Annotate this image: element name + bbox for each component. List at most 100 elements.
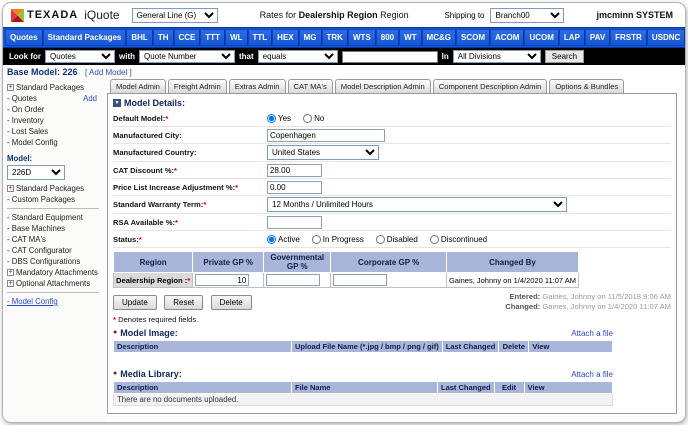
sidebar-item-base-machines[interactable]: - Base Machines — [7, 223, 103, 234]
line-select[interactable]: General Line (G) — [132, 8, 218, 23]
manufactured-city-input[interactable] — [267, 129, 385, 142]
nav-button[interactable]: WT — [399, 29, 421, 46]
search-category-select[interactable]: Quotes — [45, 50, 115, 63]
bullet-icon: ● — [113, 370, 117, 378]
user-name: jmcminn SYSTEM — [596, 10, 673, 20]
nav-button[interactable]: Quotes — [5, 29, 43, 46]
status-in-progress-radio[interactable] — [312, 235, 321, 244]
sidebar-item-cat-mas[interactable]: - CAT MA's — [7, 234, 103, 245]
nav-button[interactable]: USDNC — [647, 29, 685, 46]
shipping-select[interactable]: Branch00 — [490, 8, 564, 23]
search-button[interactable]: Search — [545, 50, 584, 63]
nav-button[interactable]: PAV — [585, 29, 610, 46]
table-row: Dealership Region :* Gaines, Johnny on 1… — [114, 273, 579, 288]
tab[interactable]: Component Description Admin — [433, 79, 548, 94]
sidebar-item-on-order[interactable]: - On Order — [7, 104, 103, 115]
column-header: Last Changed — [438, 382, 495, 394]
sidebar-item-custom-packages[interactable]: - Custom Packages — [7, 194, 103, 205]
search-input[interactable] — [342, 51, 438, 63]
nav-button[interactable]: FRSTR — [610, 29, 647, 46]
add-model-link[interactable]: [ Add Model ] — [85, 68, 132, 77]
sidebar-item-label: Mandatory Attachments — [16, 267, 98, 278]
quotes-add-link[interactable]: Add — [83, 93, 97, 104]
tab[interactable]: Model Admin — [110, 79, 166, 94]
nav-button[interactable]: TTL — [248, 29, 273, 46]
column-header: Description — [114, 341, 292, 353]
nav-button[interactable]: Standard Packages — [43, 29, 127, 46]
expand-icon[interactable]: + — [7, 185, 14, 192]
nav-button[interactable]: ACOM — [490, 29, 524, 46]
division-select[interactable]: All Divisions — [453, 50, 541, 63]
status-in-progress-option[interactable]: In Progress — [312, 235, 364, 244]
tab[interactable]: Options & Bundles — [549, 79, 624, 94]
status-discontinued-radio[interactable] — [430, 235, 439, 244]
private-gp-input[interactable] — [195, 274, 249, 286]
nav-button[interactable]: CCE — [174, 29, 201, 46]
search-field-select[interactable]: Quote Number — [139, 50, 235, 63]
model-select[interactable]: 226D — [7, 165, 65, 180]
tab[interactable]: Model Description Admin — [335, 79, 431, 94]
nav-button[interactable]: BHL — [126, 29, 152, 46]
rsa-input[interactable] — [267, 216, 322, 229]
warranty-select[interactable]: 12 Months / Unlimited Hours — [267, 197, 567, 212]
delete-button[interactable]: Delete — [211, 295, 252, 310]
sidebar-item-standard-packages[interactable]: + Standard Packages — [7, 82, 103, 93]
nav-button[interactable]: SCOM — [456, 29, 490, 46]
tab[interactable]: Extras Admin — [229, 79, 286, 94]
update-button[interactable]: Update — [113, 295, 157, 310]
shipping-label: Shipping to — [444, 11, 484, 20]
status-active-option[interactable]: Active — [267, 235, 300, 244]
column-header: View — [524, 382, 612, 394]
status-active-radio[interactable] — [267, 235, 276, 244]
nav-button[interactable]: WL — [225, 29, 247, 46]
media-library-attach-link[interactable]: Attach a file — [571, 370, 613, 379]
media-library-table: DescriptionFile NameLast ChangedEditView… — [113, 381, 613, 406]
nav-button[interactable]: 800 — [376, 29, 399, 46]
expand-icon[interactable]: + — [7, 84, 14, 91]
sidebar-item-mandatory-attachments[interactable]: + Mandatory Attachments — [7, 267, 103, 278]
nav-button[interactable]: MC&G — [422, 29, 456, 46]
tab[interactable]: CAT MA's — [288, 79, 333, 94]
manufactured-country-select[interactable]: United States — [267, 145, 379, 160]
sidebar-item-model-config-link[interactable]: - Model Config — [7, 296, 103, 307]
model-config-link[interactable]: - Model Config — [7, 296, 58, 307]
tab[interactable]: Freight Admin — [168, 79, 227, 94]
expand-icon[interactable]: + — [7, 280, 14, 287]
nav-button[interactable]: NONCU — [685, 29, 686, 46]
default-model-no-radio[interactable] — [303, 114, 312, 123]
status-discontinued-option[interactable]: Discontinued — [430, 235, 487, 244]
governmental-gp-input[interactable] — [266, 274, 320, 286]
sidebar-item-model-config[interactable]: - Model Config — [7, 137, 103, 148]
model-image-attach-link[interactable]: Attach a file — [571, 329, 613, 338]
sidebar-item-optional-attachments[interactable]: + Optional Attachments — [7, 278, 103, 289]
sidebar-item-standard-equipment[interactable]: - Standard Equipment — [7, 212, 103, 223]
corporate-gp-input[interactable] — [333, 274, 387, 286]
sidebar-item-standard-packages-2[interactable]: + Standard Packages — [7, 183, 103, 194]
sidebar-item-inventory[interactable]: - Inventory — [7, 115, 103, 126]
default-model-no-option[interactable]: No — [303, 114, 324, 123]
collapse-icon[interactable]: ▼ — [113, 99, 121, 107]
nav-button[interactable]: WTS — [348, 29, 376, 46]
table-row: There are no documents uploaded. — [114, 394, 613, 406]
cat-discount-input[interactable] — [267, 164, 322, 177]
reset-button[interactable]: Reset — [164, 295, 203, 310]
sidebar-item-dbs-configurations[interactable]: - DBS Configurations — [7, 256, 103, 267]
sidebar-item-cat-configurator[interactable]: - CAT Configurator — [7, 245, 103, 256]
nav-button[interactable]: TH — [153, 29, 174, 46]
nav-button[interactable]: TTT — [200, 29, 225, 46]
price-adjustment-input[interactable] — [267, 181, 322, 194]
sidebar-item-label: Standard Packages — [16, 183, 84, 194]
status-disabled-option[interactable]: Disabled — [376, 235, 418, 244]
status-disabled-radio[interactable] — [376, 235, 385, 244]
sidebar-item-quotes[interactable]: - Quotes Add — [7, 93, 103, 104]
default-model-yes-option[interactable]: Yes — [267, 114, 291, 123]
sidebar-item-lost-sales[interactable]: - Lost Sales — [7, 126, 103, 137]
search-operator-select[interactable]: equals — [258, 50, 338, 63]
nav-button[interactable]: LAP — [559, 29, 585, 46]
nav-button[interactable]: UCOM — [524, 29, 558, 46]
nav-button[interactable]: TRK — [322, 29, 348, 46]
expand-icon[interactable]: + — [7, 269, 14, 276]
nav-button[interactable]: HEX — [272, 29, 298, 46]
nav-button[interactable]: MG — [299, 29, 322, 46]
default-model-yes-radio[interactable] — [267, 114, 276, 123]
